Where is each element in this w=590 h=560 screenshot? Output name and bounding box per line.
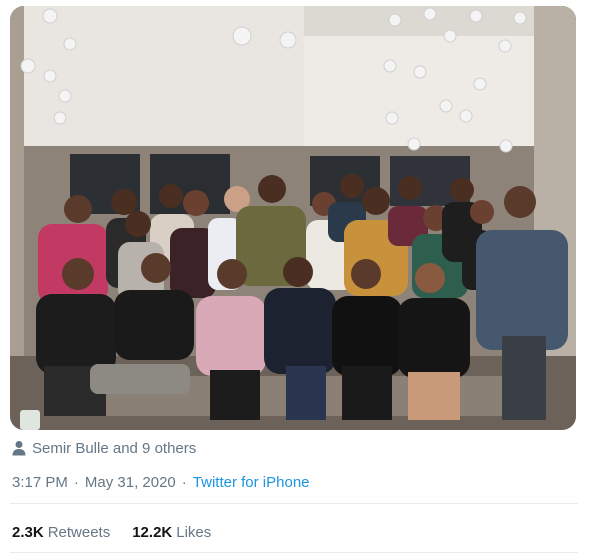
separator-dot: · — [181, 473, 187, 491]
tweet-metadata: 3:17 PM · May 31, 2020 · Twitter for iPh… — [12, 472, 310, 492]
likes-label: Likes — [176, 523, 212, 541]
likes-stat[interactable]: 12.2K Likes — [132, 524, 211, 541]
divider — [10, 503, 578, 504]
tagged-users[interactable]: Semir Bulle and 9 others — [12, 438, 196, 458]
tweet-time[interactable]: 3:17 PM — [12, 474, 68, 491]
tweet-photo[interactable] — [10, 6, 576, 430]
retweets-count: 2.3K — [12, 523, 44, 541]
divider — [10, 552, 578, 553]
tweet-date[interactable]: May 31, 2020 — [85, 474, 176, 491]
person-icon — [12, 440, 26, 456]
likes-count: 12.2K — [132, 523, 173, 541]
retweets-label: Retweets — [47, 523, 111, 541]
tweet-source-link[interactable]: Twitter for iPhone — [193, 474, 310, 491]
retweets-stat[interactable]: 2.3K Retweets — [12, 524, 110, 541]
tweet-stats: 2.3K Retweets 12.2K Likes — [12, 522, 233, 542]
separator-dot: · — [73, 473, 79, 491]
group-photo-image — [10, 6, 576, 430]
tagged-users-label: Semir Bulle and 9 others — [32, 439, 197, 457]
